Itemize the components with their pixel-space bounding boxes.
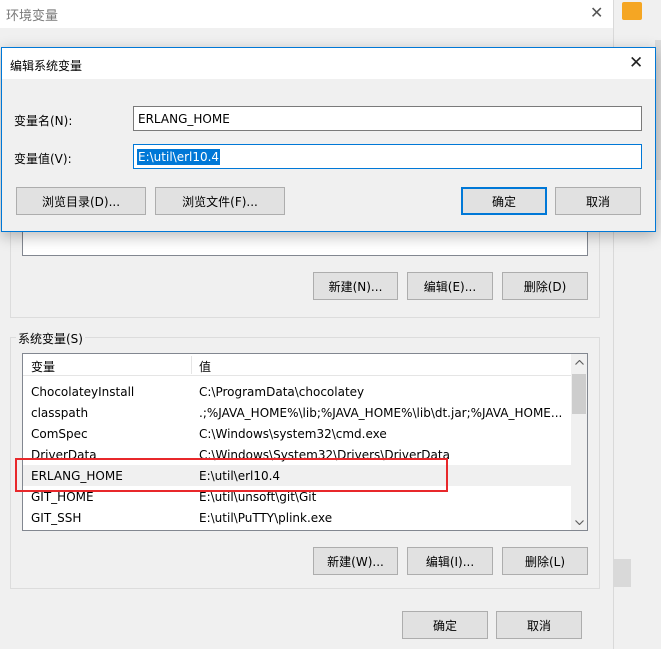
panel-edge: [614, 559, 631, 587]
table-row[interactable]: GIT_SSH E:\util\PuTTY\plink.exe: [23, 507, 571, 528]
table-row[interactable]: ComSpec C:\Windows\system32\cmd.exe: [23, 423, 571, 444]
app-icon: [622, 2, 642, 20]
vertical-scrollbar[interactable]: [571, 354, 587, 530]
system-vars-list[interactable]: 变量 值 ChocolateyInstall C:\ProgramData\ch…: [22, 353, 588, 531]
variable-value-label: 变量值(V):: [14, 152, 72, 166]
browse-file-button[interactable]: 浏览文件(F)...: [155, 187, 285, 215]
edit-dialog-title: 编辑系统变量: [10, 59, 83, 73]
user-new-button[interactable]: 新建(N)...: [313, 272, 398, 300]
cancel-button[interactable]: 取消: [555, 187, 641, 215]
user-edit-button[interactable]: 编辑(E)...: [407, 272, 493, 300]
table-row[interactable]: ChocolateyInstall C:\ProgramData\chocola…: [23, 381, 571, 402]
system-edit-button[interactable]: 编辑(I)...: [407, 547, 493, 575]
table-row[interactable]: classpath .;%JAVA_HOME%\lib;%JAVA_HOME%\…: [23, 402, 571, 423]
env-cancel-button[interactable]: 取消: [496, 611, 582, 639]
column-header-name[interactable]: 变量: [31, 358, 55, 375]
env-window-title: 环境变量: [6, 9, 59, 24]
system-vars-label: 系统变量(S): [16, 330, 85, 347]
system-delete-button[interactable]: 删除(L): [502, 547, 588, 575]
scroll-thumb[interactable]: [572, 374, 586, 414]
variable-value-text: E:\util\erl10.4: [137, 148, 221, 165]
edit-dialog-titlebar: 编辑系统变量 ✕: [2, 48, 655, 79]
highlight-annotation-box: [15, 458, 448, 492]
variable-value-field[interactable]: E:\util\erl10.4: [133, 144, 642, 169]
scroll-down-arrow-icon[interactable]: [571, 514, 587, 530]
scroll-up-arrow-icon[interactable]: [571, 354, 587, 370]
env-titlebar: 环境变量 ✕: [0, 0, 613, 28]
column-header-value[interactable]: 值: [199, 358, 211, 375]
ok-button[interactable]: 确定: [461, 187, 547, 215]
variable-name-field[interactable]: ERLANG_HOME: [133, 106, 642, 131]
env-ok-button[interactable]: 确定: [402, 611, 488, 639]
user-delete-button[interactable]: 删除(D): [502, 272, 588, 300]
variable-name-label: 变量名(N):: [14, 114, 73, 128]
close-icon[interactable]: ✕: [590, 3, 603, 22]
system-new-button[interactable]: 新建(W)...: [313, 547, 398, 575]
variable-name-text: ERLANG_HOME: [138, 111, 230, 126]
browse-directory-button[interactable]: 浏览目录(D)...: [16, 187, 146, 215]
edit-system-variable-dialog: 编辑系统变量 ✕ 变量名(N): ERLANG_HOME 变量值(V): E:\…: [1, 47, 656, 232]
close-icon[interactable]: ✕: [629, 53, 643, 73]
list-header: 变量 值: [23, 354, 571, 376]
column-divider: [191, 356, 192, 374]
